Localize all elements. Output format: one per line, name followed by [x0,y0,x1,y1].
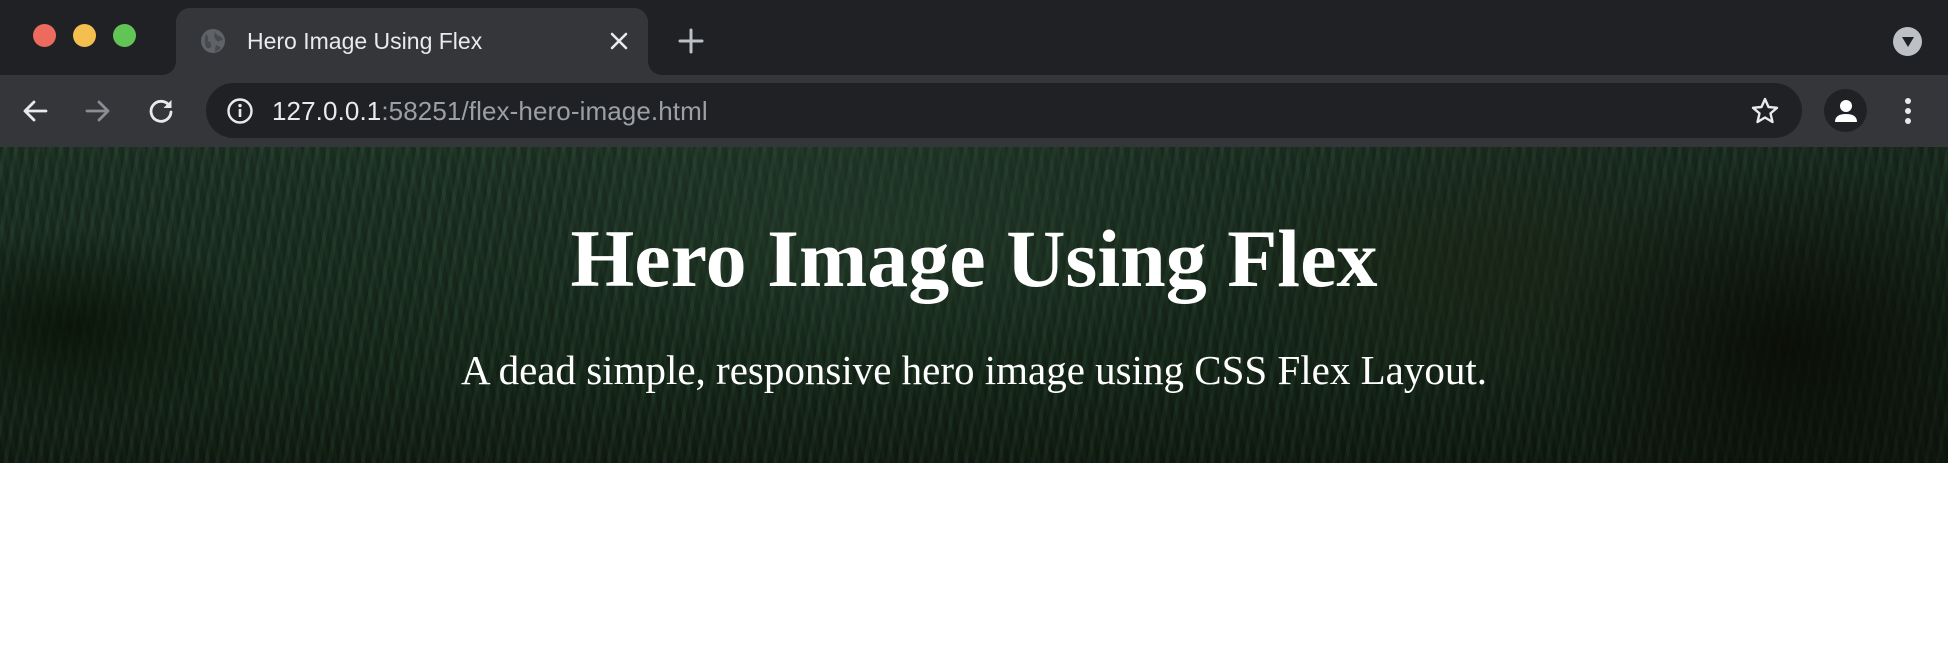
triangle-down-icon [1901,36,1914,47]
url-host: 127.0.0.1 [272,96,382,126]
forward-button[interactable] [80,93,116,129]
tab-hero-image-using-flex[interactable]: Hero Image Using Flex [176,8,648,75]
new-tab-button[interactable] [676,26,706,56]
hero-subtitle: A dead simple, responsive hero image usi… [460,347,1488,393]
globe-icon [200,28,226,54]
profile-button[interactable] [1824,89,1867,132]
reload-button[interactable] [143,93,179,129]
window-minimize-button[interactable] [73,24,96,47]
browser-toolbar: 127.0.0.1:58251/flex-hero-image.html [0,75,1948,147]
arrow-right-icon [85,100,110,122]
page-viewport: Hero Image Using Flex A dead simple, res… [0,147,1948,649]
menu-dot [1905,108,1911,114]
tab-title: Hero Image Using Flex [247,28,483,54]
person-icon [1834,99,1857,122]
browser-menu-button[interactable] [1893,92,1923,130]
url-path: :58251/flex-hero-image.html [381,96,708,126]
reload-icon [149,99,173,123]
kebab-menu-icon [1905,98,1911,104]
info-icon[interactable] [226,97,254,125]
hero-section: Hero Image Using Flex A dead simple, res… [0,147,1948,463]
back-button[interactable] [17,93,53,129]
menu-dot [1905,118,1911,124]
url-text[interactable]: 127.0.0.1:58251/flex-hero-image.html [272,96,708,126]
bookmark-star-icon[interactable] [1750,96,1780,126]
tab-strip: Hero Image Using Flex [0,0,1948,75]
address-bar[interactable]: 127.0.0.1:58251/flex-hero-image.html [206,83,1802,138]
arrow-left-icon [23,100,48,122]
plus-icon [678,28,704,54]
tab-search-button[interactable] [1893,27,1922,56]
hero-title: Hero Image Using Flex [570,213,1378,304]
window-close-button[interactable] [33,24,56,47]
window-maximize-button[interactable] [113,24,136,47]
close-tab-icon[interactable] [606,28,632,54]
